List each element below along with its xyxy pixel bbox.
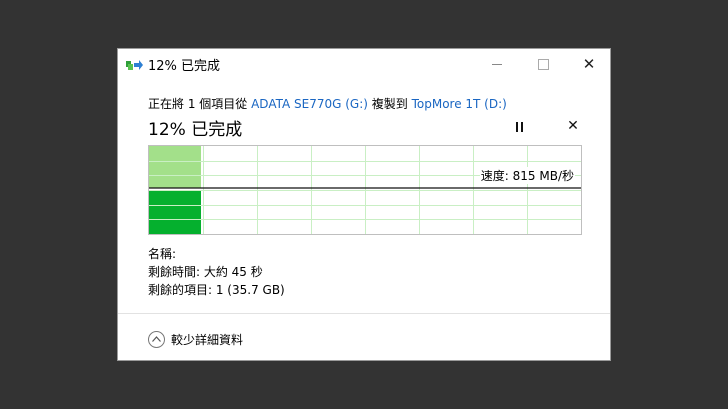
window-title: 12% 已完成	[148, 59, 221, 74]
close-icon: ✕	[582, 54, 596, 73]
speed-graph-canvas	[149, 146, 581, 234]
maximize-button[interactable]	[520, 49, 566, 79]
current-speed-fill	[149, 190, 201, 234]
footer-divider	[118, 313, 610, 314]
time-remaining-label: 剩餘時間: 大約 45 秒	[148, 265, 263, 279]
cancel-icon: ✕	[567, 118, 579, 134]
copy-arrow-icon	[126, 58, 144, 72]
speed-history-fill	[149, 146, 201, 188]
less-details-toggle[interactable]: 較少詳細資料	[148, 329, 243, 349]
minimize-button[interactable]	[474, 49, 520, 79]
less-details-label: 較少詳細資料	[171, 332, 244, 347]
copy-middle-text: 複製到	[367, 97, 412, 111]
transfer-speed-graph: 速度: 815 MB/秒	[148, 145, 582, 235]
graph-grid	[149, 146, 581, 234]
cancel-copy-button[interactable]: ✕	[565, 118, 581, 134]
file-copy-dialog: 12% 已完成 ✕ 正在將 1 個項目從 ADATA SE770G (G:) 複…	[117, 48, 611, 361]
speed-label: 速度: 815 MB/秒	[479, 167, 575, 184]
destination-drive-link[interactable]: TopMore 1T (D:)	[412, 97, 507, 111]
pause-button[interactable]	[511, 120, 527, 134]
progress-percent-heading: 12% 已完成	[148, 120, 243, 140]
pause-icon	[515, 122, 518, 132]
source-drive-link[interactable]: ADATA SE770G (G:)	[251, 97, 368, 111]
file-name-label: 名稱:	[148, 247, 177, 261]
chevron-up-icon	[148, 330, 165, 348]
items-remaining-label: 剩餘的項目: 1 (35.7 GB)	[148, 283, 285, 297]
minimize-icon	[492, 63, 502, 65]
copy-prefix-text: 正在將 1 個項目從	[148, 97, 252, 111]
title-bar[interactable]: 12% 已完成 ✕	[118, 49, 610, 79]
close-window-button[interactable]: ✕	[566, 49, 612, 79]
maximize-icon	[537, 58, 549, 70]
copy-description: 正在將 1 個項目從 ADATA SE770G (G:) 複製到 TopMore…	[148, 95, 507, 112]
